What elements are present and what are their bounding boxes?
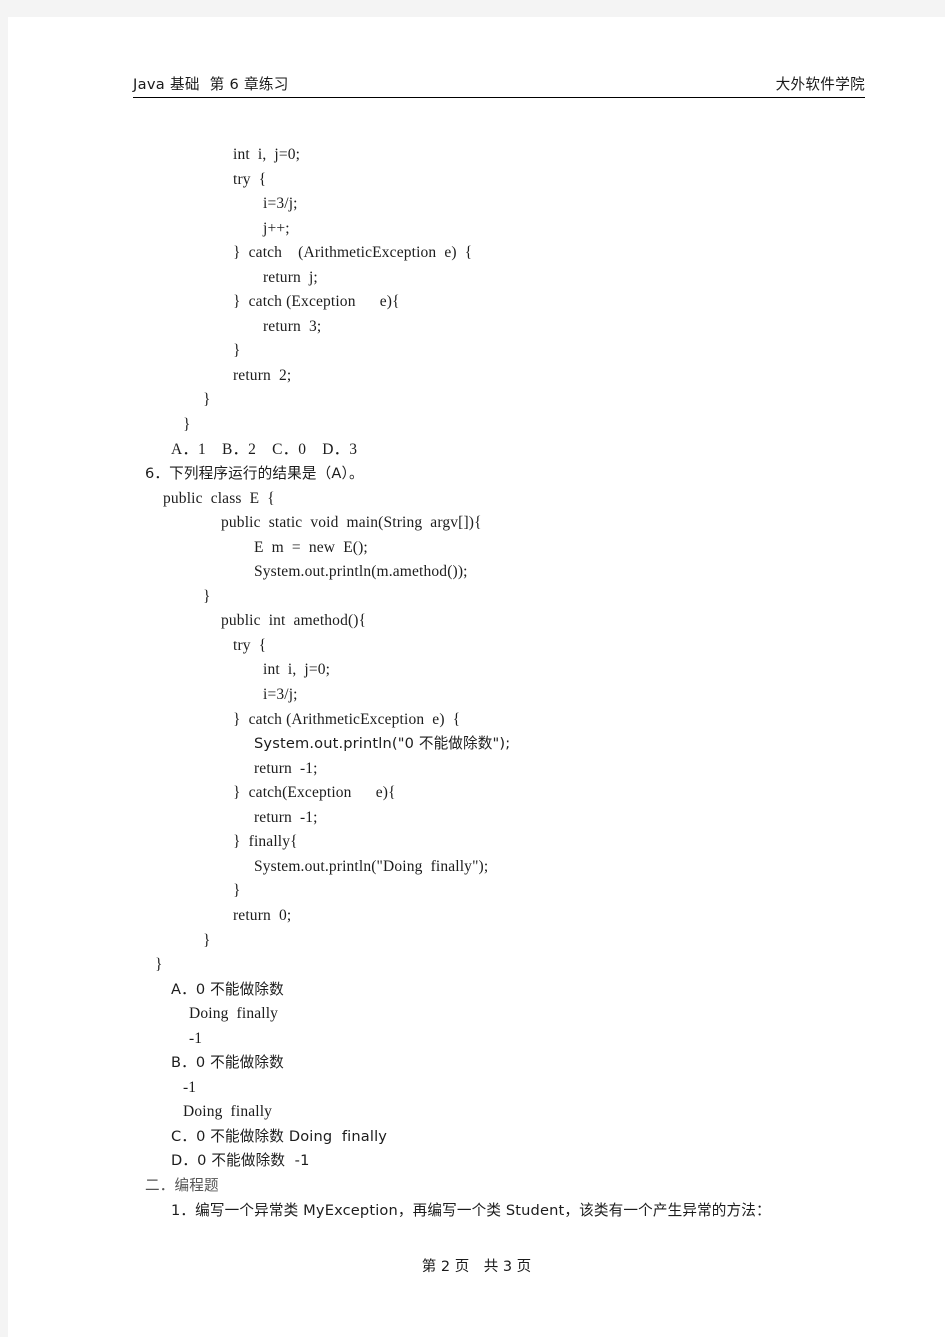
page-footer: 第 2 页 共 3 页	[421, 1259, 532, 1275]
document-line: int i, j=0;	[263, 661, 331, 679]
document-line: }	[183, 416, 191, 434]
page-header: Java 基础 第 6 章练习 大外软件学院	[133, 73, 865, 98]
document-line: } finally{	[233, 833, 298, 851]
document-line: }	[233, 882, 241, 900]
document-line: public static void main(String argv[]){	[221, 514, 482, 532]
document-content: Java 基础 第 6 章练习 大外软件学院 int i, j=0; try {i…	[8, 17, 945, 1337]
document-line: try {	[233, 636, 267, 654]
document-line: public class E {	[163, 489, 275, 507]
document-line: }	[155, 956, 163, 974]
document-line: public int amethod(){	[221, 612, 367, 630]
document-line: return 2;	[233, 366, 292, 384]
document-line: return -1;	[254, 808, 318, 826]
document-line: C．0 不能做除数 Doing finally	[171, 1127, 388, 1145]
document-line: } catch (ArithmeticException e) {	[233, 244, 473, 262]
document-line: Doing finally	[189, 1005, 279, 1023]
document-line: B．0 不能做除数	[171, 1054, 284, 1072]
document-line: return 0;	[233, 906, 292, 924]
document-line: return j;	[263, 268, 318, 286]
document-line: Doing finally	[183, 1103, 273, 1121]
document-line: }	[203, 587, 211, 605]
document-line: } catch (Exception e){	[233, 293, 400, 311]
document-line: j++;	[263, 219, 290, 237]
header-left-title: Java 基础 第 6 章练习	[133, 76, 289, 93]
document-line: i=3/j;	[263, 195, 298, 213]
document-line: 6．下列程序运行的结果是（A）。	[145, 465, 364, 483]
document-line: 1．编写一个异常类 MyException，再编写一个类 Student，该类有…	[171, 1201, 771, 1219]
document-line: A．0 不能做除数	[171, 980, 284, 998]
paper-page: Java 基础 第 6 章练习 大外软件学院 int i, j=0; try {i…	[8, 17, 945, 1337]
document-body: int i, j=0; try { i=3/j; j++; } catch (Arith…	[8, 143, 945, 1223]
document-line: System.out.println(m.amethod());	[254, 563, 468, 581]
document-line: }	[203, 391, 211, 409]
document-line: D．0 不能做除数 -1	[171, 1152, 310, 1170]
document-line: 二．编程题	[145, 1176, 219, 1194]
document-line: } catch(Exception e){	[233, 784, 396, 802]
document-line: int i, j=0;	[233, 146, 301, 163]
document-line: return 3;	[263, 317, 322, 335]
document-line: } catch (ArithmeticException e) {	[233, 710, 461, 728]
document-line: i=3/j;	[263, 686, 298, 704]
document-line: }	[233, 342, 241, 360]
document-line: -1	[183, 1078, 197, 1096]
document-line: return -1;	[254, 759, 318, 777]
document-line: A．1 B．2 C．0 D．3	[171, 440, 358, 458]
header-right-org: 大外软件学院	[775, 76, 865, 93]
document-line: try {	[233, 170, 267, 188]
document-line: -1	[189, 1029, 203, 1047]
document-line: System.out.println("0 不能做除数");	[254, 735, 511, 753]
document-line: }	[203, 931, 211, 949]
document-line: System.out.println("Doing finally");	[254, 857, 489, 875]
document-line: E m = new E();	[254, 538, 368, 556]
